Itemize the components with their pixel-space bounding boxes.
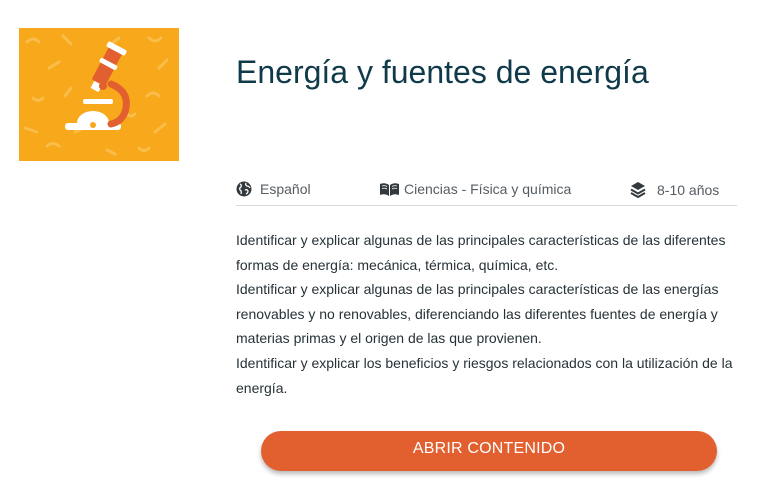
resource-description: Identificar y explicar algunas de las pr… — [236, 228, 746, 400]
open-content-button[interactable]: ABRIR CONTENIDO — [261, 431, 717, 471]
age-label: 8-10 años — [657, 181, 720, 198]
meta-age: 8-10 años — [630, 181, 719, 198]
meta-language: Español — [236, 181, 311, 197]
resource-meta-bar: Español Ciencias - Física y química 8-10… — [236, 178, 737, 206]
description-paragraph: Identificar y explicar algunas de las pr… — [236, 232, 726, 273]
microscope-icon — [23, 34, 169, 156]
meta-subject: Ciencias - Física y química — [379, 181, 571, 197]
description-paragraph: Identificar y explicar algunas de las pr… — [236, 281, 719, 347]
globe-icon — [236, 181, 252, 197]
layers-icon — [630, 181, 646, 198]
subject-label: Ciencias - Física y química — [404, 181, 572, 197]
description-paragraph: Identificar y explicar los beneficios y … — [236, 354, 733, 396]
resource-thumbnail — [19, 28, 179, 161]
language-label: Español — [260, 181, 311, 197]
resource-title: Energía y fuentes de energía — [236, 54, 649, 90]
open-book-icon — [379, 182, 400, 197]
